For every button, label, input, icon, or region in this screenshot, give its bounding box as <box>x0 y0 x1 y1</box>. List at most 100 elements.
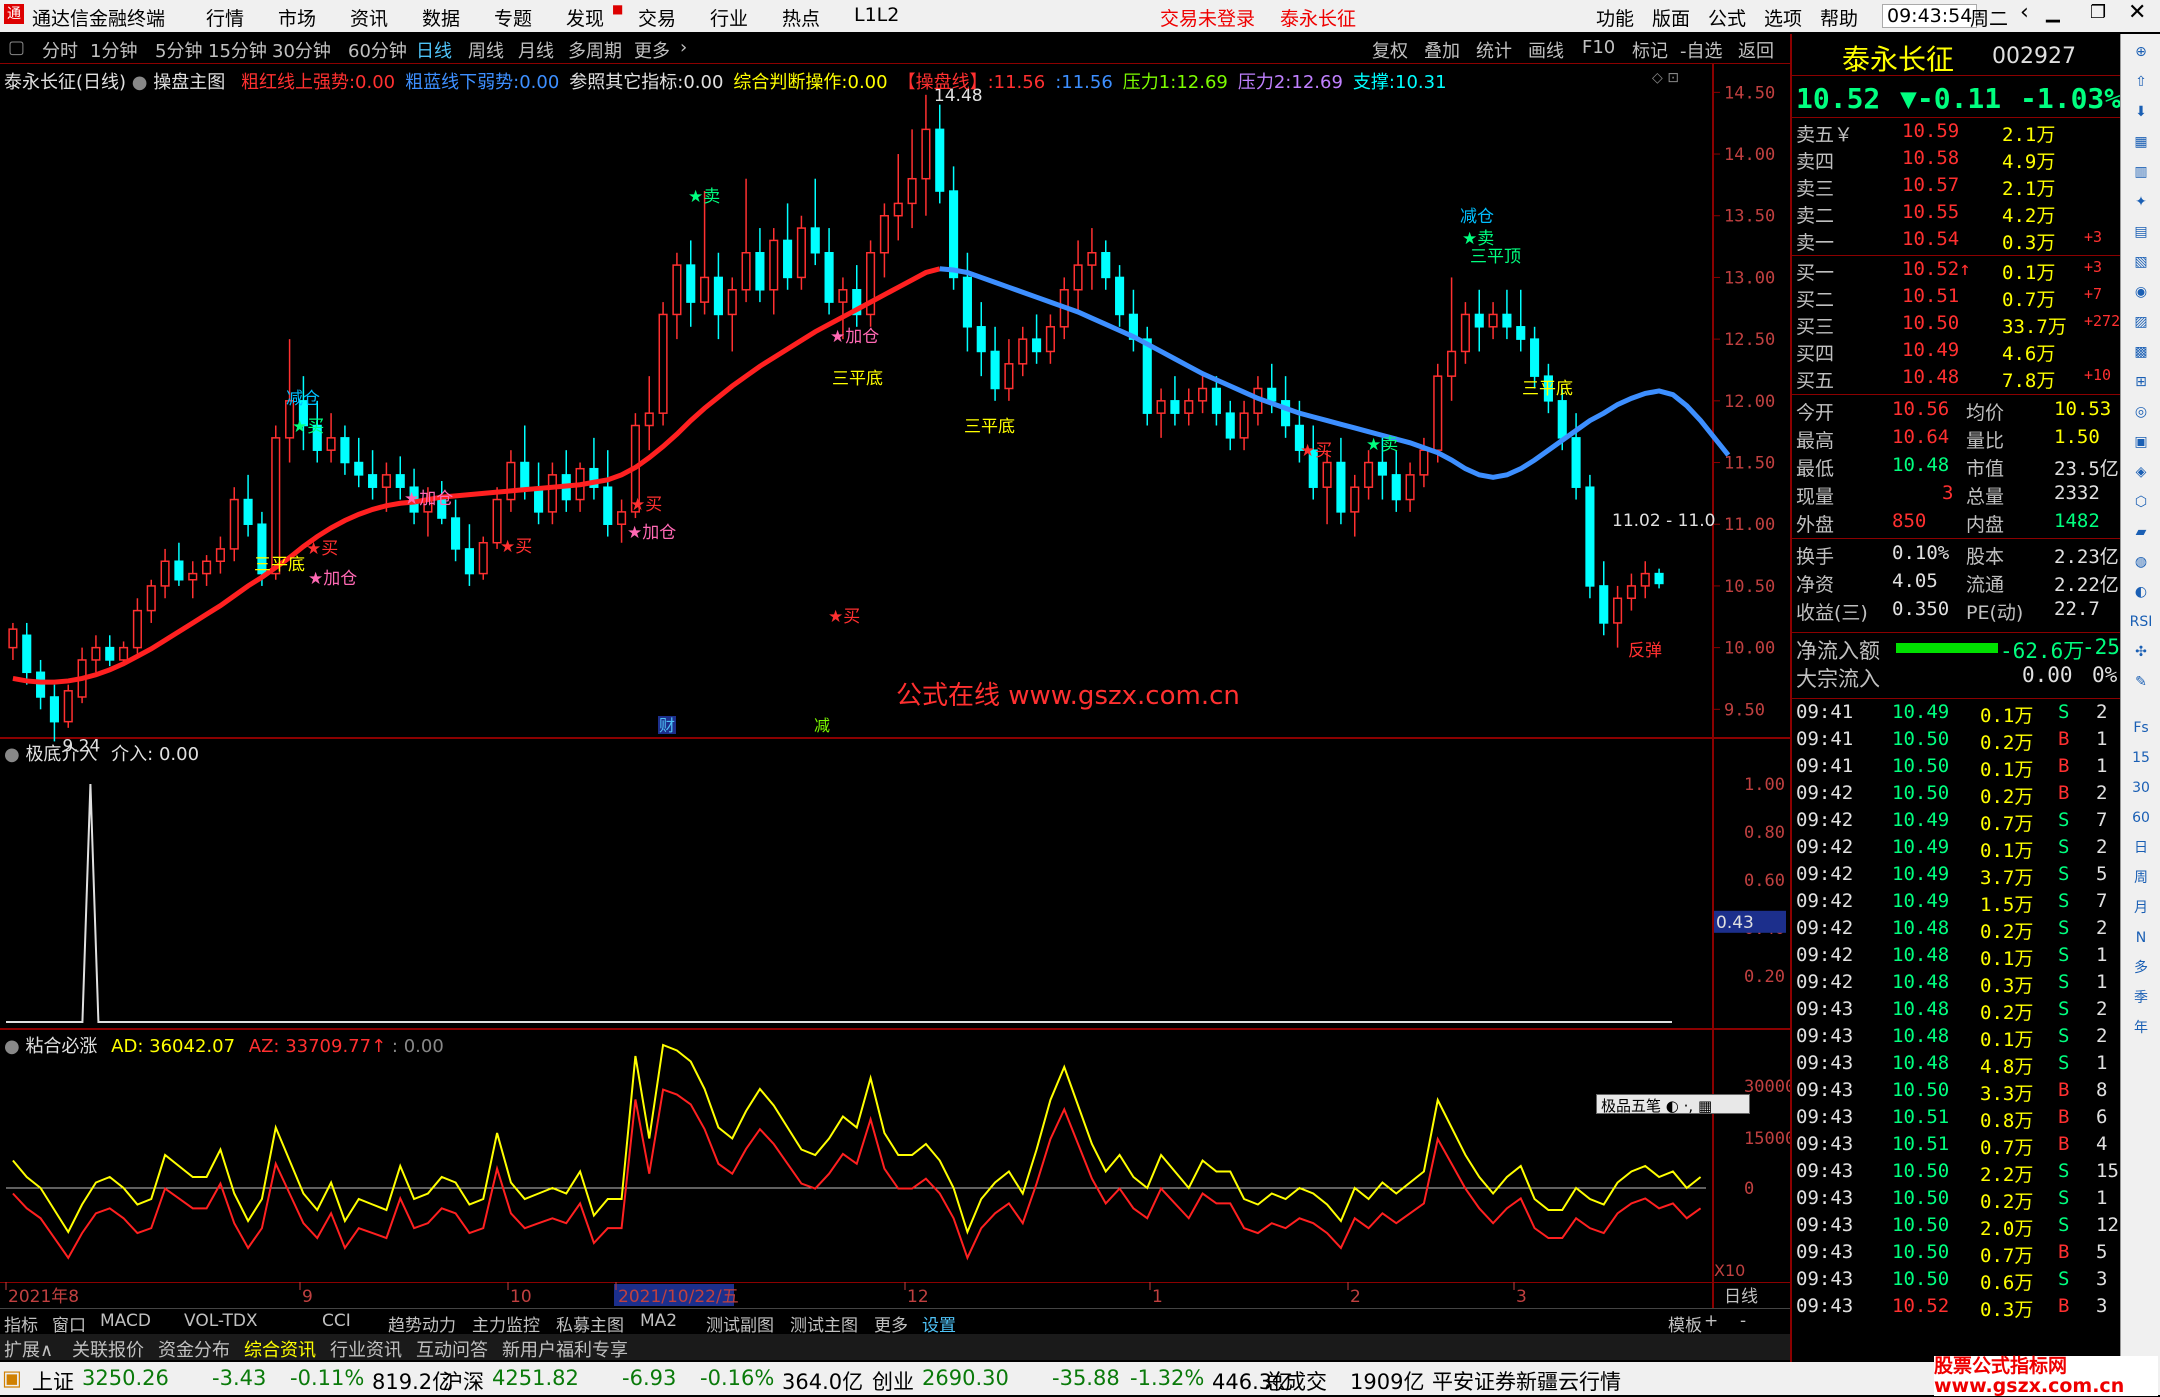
btn-f10[interactable]: F10 <box>1582 37 1615 58</box>
sidebar-tool-icon[interactable]: ▤ <box>2125 218 2157 246</box>
tick-row[interactable]: 09:41 10.50 0.1万 B 1 <box>1792 755 2122 782</box>
formula-name[interactable]: 操盘主图 <box>153 72 225 93</box>
tick-row[interactable]: 09:43 10.51 0.8万 B 6 <box>1792 1106 2122 1133</box>
tick-row[interactable]: 09:43 10.50 0.7万 B 5 <box>1792 1241 2122 1268</box>
tick-row[interactable]: 09:41 10.49 0.1万 S 2 <box>1792 701 2122 728</box>
ime-name[interactable]: 极品五笔 <box>1601 1097 1661 1115</box>
sidebar-tool-icon[interactable]: ◈ <box>2125 458 2157 486</box>
tab-multi[interactable]: 多周期 <box>568 37 622 63</box>
tick-row[interactable]: 09:43 10.50 0.2万 S 1 <box>1792 1187 2122 1214</box>
order-row[interactable]: 卖四 10.58 4.9万 <box>1792 147 2122 174</box>
menu-faxian[interactable]: 发现 <box>566 4 604 31</box>
tick-row[interactable]: 09:42 10.48 0.2万 S 2 <box>1792 917 2122 944</box>
sidebar-tool-icon[interactable]: ▨ <box>2125 308 2157 336</box>
order-row[interactable]: 卖三 10.57 2.1万 <box>1792 174 2122 201</box>
sidebar-tool-icon[interactable]: RSI <box>2125 608 2157 636</box>
settings-dot-icon[interactable]: ● <box>132 72 153 93</box>
tick-row[interactable]: 09:43 10.50 3.3万 B 8 <box>1792 1079 2122 1106</box>
restore-icon[interactable]: ❐ <box>2090 2 2106 23</box>
template-control[interactable]: + <box>1704 1311 1718 1331</box>
back-icon[interactable]: ‹ <box>2020 0 2029 25</box>
order-row[interactable]: 买五 10.48 7.8万 +10 <box>1792 366 2122 393</box>
more-chevron-icon[interactable]: › <box>680 37 687 58</box>
tick-row[interactable]: 09:43 10.50 2.0万 S 12 <box>1792 1214 2122 1241</box>
tick-row[interactable]: 09:43 10.48 0.1万 S 2 <box>1792 1025 2122 1052</box>
tick-row[interactable]: 09:43 10.51 0.7万 B 4 <box>1792 1133 2122 1160</box>
order-row[interactable]: 买四 10.49 4.6万 <box>1792 339 2122 366</box>
order-row[interactable]: 卖二 10.55 4.2万 <box>1792 201 2122 228</box>
minimize-icon[interactable]: ▁ <box>2046 2 2060 23</box>
sidebar-tool-icon[interactable]: ✎ <box>2125 668 2157 696</box>
indicator-tab[interactable]: 测试主图 <box>790 1311 858 1336</box>
tab-weekly[interactable]: 周线 <box>468 37 504 63</box>
marker-cai[interactable]: 财 <box>659 716 675 735</box>
index-name[interactable]: 沪深 <box>442 1366 484 1396</box>
sidebar-tool-icon[interactable]: ◎ <box>2125 398 2157 426</box>
menu-xuanxiang[interactable]: 选项 <box>1764 4 1802 31</box>
menu-banmian[interactable]: 版面 <box>1652 4 1690 31</box>
tab-60min[interactable]: 60分钟 <box>348 37 407 63</box>
tick-row[interactable]: 09:42 10.49 3.7万 S 5 <box>1792 863 2122 890</box>
tick-row[interactable]: 09:43 10.50 2.2万 S 15 <box>1792 1160 2122 1187</box>
btn-diejia[interactable]: 叠加 <box>1424 37 1460 63</box>
indicator-tab[interactable]: CCI <box>322 1311 351 1331</box>
menu-hangye[interactable]: 行业 <box>710 4 748 31</box>
sidebar-period-item[interactable]: 周 <box>2125 864 2157 892</box>
ime-toolbar[interactable]: 极品五笔 ◐ ·, ▦ <box>1596 1094 1750 1115</box>
tab-daily[interactable]: 日线 <box>416 37 452 63</box>
sidebar-period-item[interactable]: 月 <box>2125 894 2157 922</box>
panel2-name[interactable]: 极底介入 <box>25 744 97 765</box>
indicator-tab[interactable]: 更多 <box>874 1311 908 1336</box>
menu-bangzhu[interactable]: 帮助 <box>1820 4 1858 31</box>
sidebar-tool-icon[interactable]: ▥ <box>2125 158 2157 186</box>
status-menu-icon[interactable]: ▣ <box>2 1366 22 1390</box>
panel2-settings-icon[interactable]: ● <box>4 744 25 765</box>
sidebar-period-item[interactable]: Fs <box>2125 714 2157 742</box>
order-row[interactable]: 买三 10.50 33.7万 +272 <box>1792 312 2122 339</box>
tab-5min[interactable]: 5分钟 <box>155 37 202 63</box>
template-control[interactable]: 模板 <box>1668 1311 1702 1336</box>
btn-zixuan[interactable]: -自选 <box>1680 37 1723 63</box>
tab-15min[interactable]: 15分钟 <box>208 37 267 63</box>
menu-shichang[interactable]: 市场 <box>278 4 316 31</box>
tick-row[interactable]: 09:42 10.48 0.3万 S 1 <box>1792 971 2122 998</box>
sidebar-tool-icon[interactable]: ▰ <box>2125 518 2157 546</box>
footer-tab[interactable]: 行业资讯 <box>330 1336 402 1362</box>
indicator-tab[interactable]: 设置 <box>922 1311 956 1336</box>
indicator-tab[interactable]: 私募主图 <box>556 1311 624 1336</box>
indicator-tab[interactable]: 趋势动力 <box>388 1311 456 1336</box>
tick-row[interactable]: 09:43 10.50 0.6万 S 3 <box>1792 1268 2122 1295</box>
btn-tongji[interactable]: 统计 <box>1476 37 1512 63</box>
l1l2-label[interactable]: L1L2 <box>854 4 899 26</box>
sidebar-tool-icon[interactable]: ⬇ <box>2125 98 2157 126</box>
tick-row[interactable]: 09:42 10.49 0.7万 S 7 <box>1792 809 2122 836</box>
panel-controls-icon[interactable]: ◇ ⊡ <box>1652 70 1679 86</box>
panel3-name[interactable]: 粘合必涨 <box>25 1036 97 1057</box>
sidebar-period-item[interactable]: 年 <box>2125 1014 2157 1042</box>
sidebar-tool-icon[interactable]: ⊞ <box>2125 368 2157 396</box>
indicator-tab[interactable]: 指标 <box>4 1311 38 1336</box>
tick-row[interactable]: 09:43 10.52 0.3万 B 3 <box>1792 1295 2122 1322</box>
panel3-settings-icon[interactable]: ● <box>4 1036 25 1057</box>
btn-fuquan[interactable]: 复权 <box>1372 37 1408 63</box>
menu-gongneng[interactable]: 功能 <box>1596 4 1634 31</box>
order-row[interactable]: 买二 10.51 0.7万 +7 <box>1792 285 2122 312</box>
sidebar-period-item[interactable]: 30 <box>2125 774 2157 802</box>
indicator-tab[interactable]: MACD <box>100 1311 151 1331</box>
tab-fenshi[interactable]: 分时 <box>42 37 78 63</box>
btn-biaoji[interactable]: 标记 <box>1632 37 1668 63</box>
tab-30min[interactable]: 30分钟 <box>272 37 331 63</box>
sidebar-tool-icon[interactable]: ✣ <box>2125 638 2157 666</box>
menu-gongshi[interactable]: 公式 <box>1708 4 1746 31</box>
footer-tab[interactable]: 关联报价 <box>72 1336 144 1362</box>
footer-tab[interactable]: 资金分布 <box>158 1336 230 1362</box>
template-control[interactable]: - <box>1740 1311 1746 1331</box>
btn-huaxian[interactable]: 画线 <box>1528 37 1564 63</box>
sidebar-tool-icon[interactable]: ▧ <box>2125 248 2157 276</box>
indicator-tab[interactable]: VOL-TDX <box>184 1311 258 1331</box>
menu-zixun[interactable]: 资讯 <box>350 4 388 31</box>
footer-tab[interactable]: 扩展∧ <box>4 1336 53 1362</box>
tick-row[interactable]: 09:41 10.50 0.2万 B 1 <box>1792 728 2122 755</box>
indicator-tab[interactable]: 测试副图 <box>706 1311 774 1336</box>
close-icon[interactable]: ✕ <box>2128 0 2146 25</box>
